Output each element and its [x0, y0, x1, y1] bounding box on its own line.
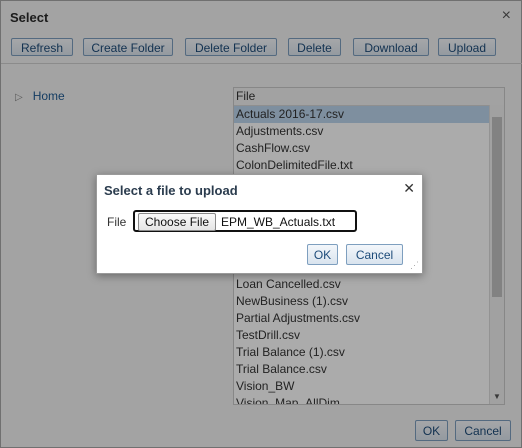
resize-grip-icon[interactable]: ⋰: [410, 261, 419, 270]
ok-button[interactable]: OK: [307, 244, 338, 265]
cancel-button[interactable]: Cancel: [346, 244, 403, 265]
upload-modal-title: Select a file to upload: [104, 183, 238, 198]
file-label: File: [107, 215, 127, 229]
close-icon[interactable]: ✕: [403, 180, 415, 197]
selected-file-name: EPM_WB_Actuals.txt: [221, 215, 336, 229]
file-input[interactable]: Choose File EPM_WB_Actuals.txt: [133, 210, 357, 232]
upload-modal: Select a file to upload ✕ File Choose Fi…: [96, 174, 423, 274]
choose-file-button[interactable]: Choose File: [138, 213, 217, 231]
